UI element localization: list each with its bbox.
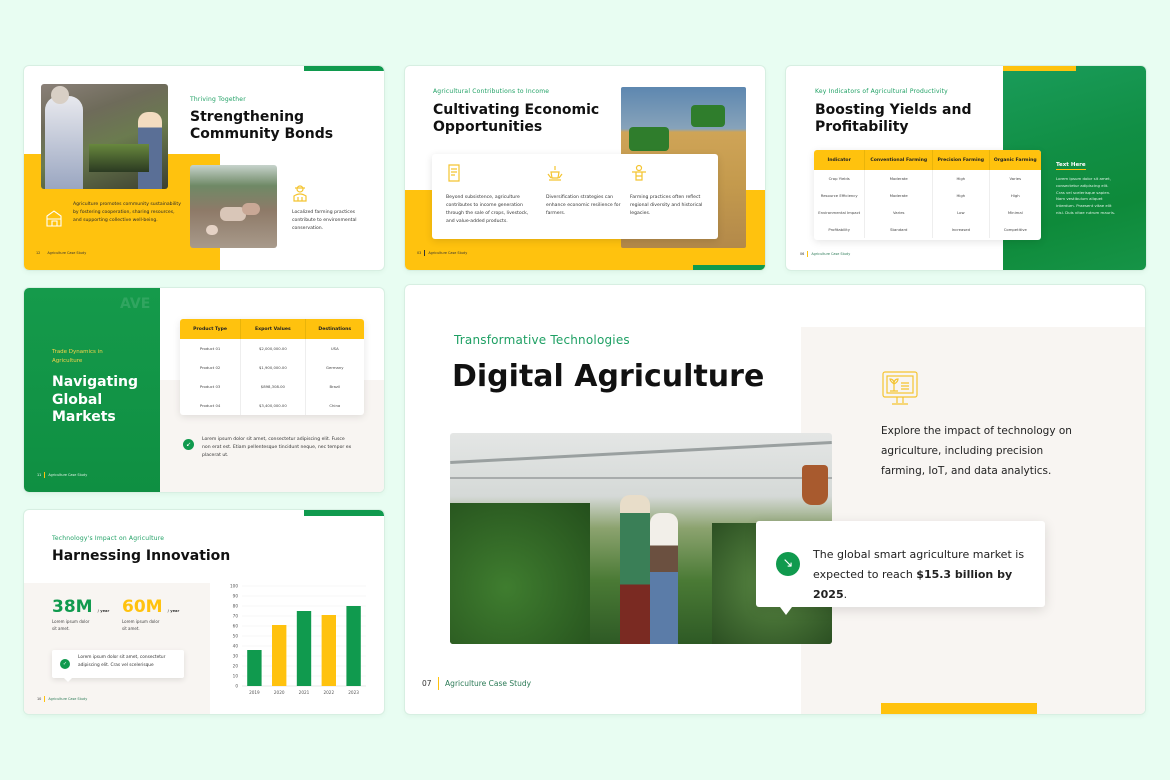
computer-plant-icon: [882, 371, 918, 405]
slide-title: Cultivating Economic Opportunities: [433, 102, 600, 135]
stat-38m: 38M / year Lorem ipsum dolor sit amet.: [52, 597, 110, 631]
y-tick-label: 40: [233, 644, 239, 649]
markets-note: Lorem ipsum dolor sit amet, consectetur …: [202, 437, 352, 459]
info-column: Beyond subsistence, agriculture contribu…: [446, 164, 534, 226]
table-row: Product 03 $898,308.00 Brazil: [180, 377, 364, 396]
bar-2022: [321, 615, 336, 686]
y-tick-label: 10: [233, 674, 239, 679]
x-tick-label: 2022: [323, 690, 334, 695]
stat-callout: ↘ The global smart agriculture market is…: [756, 521, 1045, 615]
y-tick-label: 70: [233, 614, 239, 619]
green-top-bar: [304, 510, 384, 516]
slide-eyebrow: Agricultural Contributions to Income: [433, 88, 550, 95]
x-tick-label: 2021: [299, 690, 310, 695]
y-tick-label: 90: [233, 594, 239, 599]
green-bottom-bar: [693, 265, 765, 270]
community-text: Agriculture promotes community sustainab…: [73, 202, 181, 224]
table-row: Resource Efficiency Moderate High High: [814, 187, 1041, 204]
productivity-table: Indicator Conventional Farming Precision…: [814, 150, 1041, 240]
y-tick-label: 0: [235, 684, 238, 689]
document-icon: [448, 164, 460, 182]
farmer-icon: [293, 185, 307, 202]
harvest-icon: [547, 166, 563, 181]
table-row: Product 04 $3,400,000.00 China: [180, 396, 364, 415]
slide-title: Navigating Global Markets: [52, 374, 139, 425]
slide-digital[interactable]: Transformative Technologies Digital Agri…: [405, 285, 1145, 714]
table-row: Crop Yields Moderate High Varies: [814, 170, 1041, 187]
slide-footer: 10 Agriculture Case Study: [37, 696, 88, 702]
bar-chart: 0 10 20 30 40 50 60 70 80 90 100 2019 2020 2021 2022 20…: [230, 584, 366, 695]
info-card: Beyond subsistence, agriculture contribu…: [432, 154, 718, 239]
stat-60m: 60M / year Lorem ipsum dolor sit amet.: [122, 597, 180, 631]
bar-2020: [272, 625, 287, 686]
side-text: Lorem ipsum dolor sit amet, consectetur …: [1056, 176, 1116, 216]
stat-text: The global smart agriculture market is e…: [813, 548, 1025, 601]
x-tick-label: 2020: [274, 690, 285, 695]
slide-markets[interactable]: AVE Trade Dynamics in Agriculture Naviga…: [24, 288, 384, 492]
table-row: Product 01 $2,000,000.00 USA: [180, 339, 364, 358]
y-tick-label: 80: [233, 604, 239, 609]
y-tick-label: 20: [233, 664, 239, 669]
x-tick-label: 2019: [249, 690, 260, 695]
y-tick-label: 30: [233, 654, 239, 659]
y-tick-label: 100: [230, 584, 238, 589]
table-row: Environmental Impact Varies Low Minimal: [814, 204, 1041, 221]
scarecrow-icon: [632, 164, 646, 181]
export-table: Product Type Export Values Destinations …: [180, 319, 364, 415]
barn-icon: [46, 210, 62, 227]
slide-title: Digital Agriculture: [452, 359, 765, 394]
bar-2021: [296, 611, 312, 686]
slide-footer: 07 Agriculture Case Study: [422, 677, 532, 690]
bar-2019: [247, 650, 262, 686]
slide-title: Harnessing Innovation: [52, 548, 231, 564]
y-tick-label: 50: [233, 634, 239, 639]
slide-innovation[interactable]: Technology's Impact on Agriculture Harne…: [24, 510, 384, 714]
info-column: Diversification strategies can enhance e…: [546, 164, 622, 218]
info-column: Farming practices often reflect regional…: [630, 164, 708, 218]
slide-eyebrow: Key Indicators of Agricultural Productiv…: [815, 88, 948, 95]
slide-eyebrow: Thriving Together: [190, 96, 246, 103]
slide-economic[interactable]: Agricultural Contributions to Income Cul…: [405, 66, 765, 270]
table-row: Profitability Standard Increased Competitiv…: [814, 221, 1041, 238]
slide-eyebrow: Transformative Technologies: [454, 333, 630, 347]
slide-title: Boosting Yields and Profitability: [815, 102, 972, 135]
livestock-farm-photo: [190, 165, 277, 248]
slide-footer: 11 Agriculture Case Study: [37, 472, 88, 478]
callout-card: ✓ Lorem ipsum dolor sit amet, consectetu…: [52, 650, 184, 682]
slide-footer: 06 Agriculture Case Study: [800, 251, 851, 257]
farmers-market-photo: [41, 84, 168, 189]
yellow-top-bar: [1003, 66, 1076, 71]
check-icon: ✓: [60, 659, 70, 669]
arrow-down-right-icon: ↘: [776, 552, 800, 576]
slide-community[interactable]: Thriving Together Strengthening Communit…: [24, 66, 384, 270]
green-top-bar: [304, 66, 384, 71]
x-tick-label: 2023: [348, 690, 359, 695]
slide-title: Strengthening Community Bonds: [190, 109, 334, 142]
bar-2023: [346, 606, 361, 686]
table-header-row: Indicator Conventional Farming Precision…: [814, 150, 1041, 170]
side-title: Text Here: [1056, 162, 1086, 170]
slide-yields[interactable]: Key Indicators of Agricultural Productiv…: [786, 66, 1146, 270]
slide-eyebrow: Technology's Impact on Agriculture: [52, 535, 165, 542]
y-tick-label: 60: [233, 624, 239, 629]
slide-footer: 12 Agriculture Case Study: [36, 250, 87, 256]
yellow-bottom-bar: [881, 703, 1037, 714]
table-header-row: Product Type Export Values Destinations: [180, 319, 364, 339]
check-icon: ↙: [183, 439, 194, 450]
digital-description: Explore the impact of technology on agri…: [881, 425, 1072, 477]
slide-eyebrow: Trade Dynamics in Agriculture: [52, 349, 103, 364]
conservation-text: Localized farming practices contribute t…: [292, 210, 357, 232]
slide-footer: 03 Agriculture Case Study: [417, 250, 468, 256]
table-row: Product 02 $1,900,000.00 Germany: [180, 358, 364, 377]
